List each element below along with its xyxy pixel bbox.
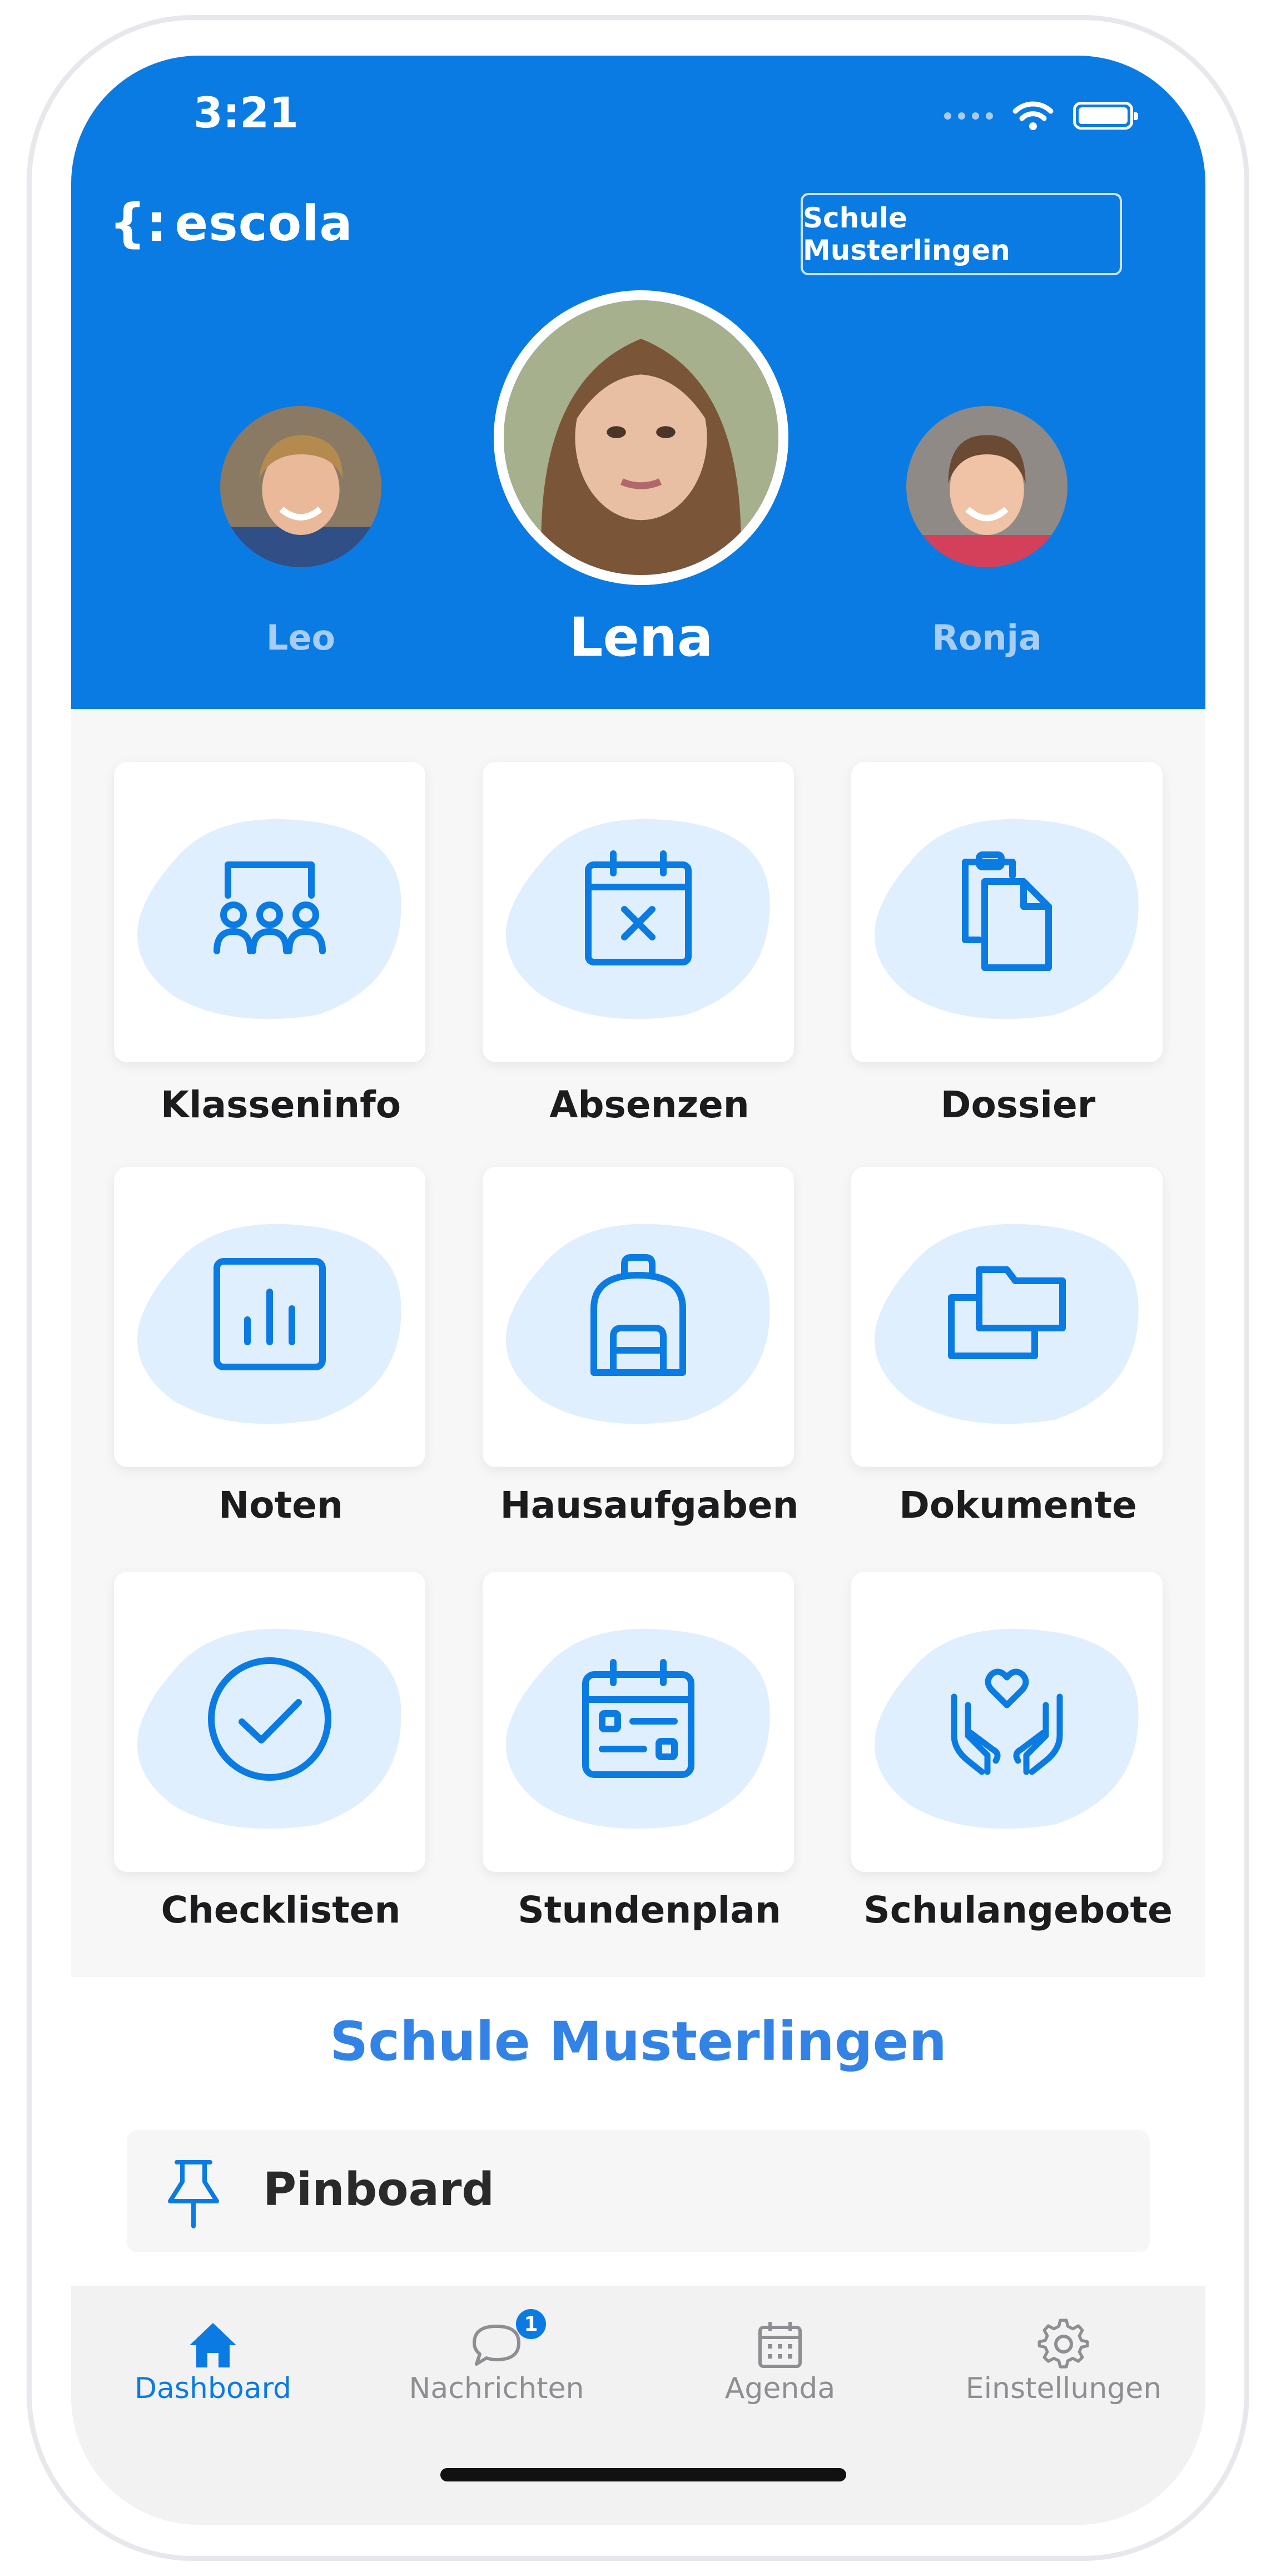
logo-mark: {: [109, 192, 167, 254]
tab-label-agenda: Agenda [724, 2372, 836, 2405]
folders-icon [948, 1266, 1066, 1359]
documents-copy-icon [962, 851, 1052, 971]
child-name-lena[interactable]: Lena [494, 606, 788, 668]
battery-icon [1073, 102, 1138, 130]
tile-stundenplan[interactable] [483, 1572, 794, 1872]
avatar-ronja[interactable] [906, 406, 1068, 567]
tile-label-absenzen: Absenzen [549, 1083, 749, 1126]
home-icon [190, 2323, 236, 2367]
avatar-leo[interactable] [220, 406, 381, 567]
tile-klasseninfo[interactable] [114, 762, 425, 1062]
tab-bar: Dashboard 1 Nachrichten Agenda Einstellu… [71, 2286, 1205, 2525]
pinboard-label: Pinboard [263, 2163, 495, 2216]
tile-label-klasseninfo: Klasseninfo [160, 1083, 401, 1126]
bar-chart-icon [214, 1258, 326, 1370]
unread-badge: 1 [516, 2309, 546, 2339]
tab-label-dashboard: Dashboard [134, 2372, 292, 2405]
home-indicator[interactable] [440, 2468, 846, 2481]
child-name-leo[interactable]: Leo [220, 617, 381, 658]
tile-label-schulangebote: Schulangebote [863, 1889, 1173, 1931]
child-name-ronja[interactable]: Ronja [906, 617, 1068, 658]
tile-hausaufgaben[interactable] [483, 1167, 794, 1467]
tab-nachrichten[interactable]: 1 Nachrichten [355, 2286, 638, 2453]
school-switch-button[interactable]: Schule Musterlingen [801, 193, 1122, 275]
calendar-x-icon [585, 850, 692, 965]
logo-text: escola [175, 195, 353, 252]
tile-checklisten[interactable] [114, 1572, 425, 1872]
school-title: Schule Musterlingen [330, 2010, 947, 2073]
pinboard-row[interactable]: Pinboard [127, 2130, 1150, 2252]
app-header: 3:21 {: escola Schule Musterlingen Leo L… [71, 56, 1205, 709]
avatar-lena[interactable] [494, 290, 788, 585]
status-indicators [944, 100, 1138, 131]
tile-label-stundenplan: Stundenplan [518, 1889, 781, 1931]
school-section: Schule Musterlingen Pinboard [71, 1977, 1205, 2286]
tab-label-einstellungen: Einstellungen [965, 2372, 1162, 2405]
tile-label-noten: Noten [219, 1484, 343, 1527]
wifi-icon [1012, 101, 1054, 130]
check-circle-icon [208, 1657, 331, 1781]
tile-dossier[interactable] [851, 762, 1163, 1062]
hands-heart-icon [951, 1668, 1063, 1775]
gear-icon [1037, 2319, 1089, 2369]
status-time: 3:21 [193, 88, 299, 137]
app-screen: 3:21 {: escola Schule Musterlingen Leo L… [71, 56, 1205, 2525]
signal-icon [944, 112, 993, 120]
tile-schulangebote[interactable] [851, 1572, 1163, 1872]
tab-einstellungen[interactable]: Einstellungen [922, 2286, 1205, 2453]
classroom-icon [214, 861, 326, 954]
tile-label-dossier: Dossier [940, 1083, 1096, 1126]
tab-label-nachrichten: Nachrichten [409, 2372, 584, 2405]
backpack-icon [590, 1254, 686, 1376]
tile-label-dokumente: Dokumente [899, 1484, 1137, 1527]
tile-label-checklisten: Checklisten [161, 1889, 401, 1931]
tab-dashboard[interactable]: Dashboard [71, 2286, 355, 2453]
tile-absenzen[interactable] [483, 762, 794, 1062]
tile-noten[interactable] [114, 1167, 425, 1467]
tile-label-hausaufgaben: Hausaufgaben [500, 1484, 799, 1527]
escola-logo: {: escola [109, 195, 353, 252]
pin-icon [168, 2160, 219, 2228]
schedule-calendar-icon [582, 1659, 694, 1778]
tile-dokumente[interactable] [851, 1167, 1163, 1467]
tab-agenda[interactable]: Agenda [638, 2286, 922, 2453]
calendar-icon [758, 2322, 802, 2368]
